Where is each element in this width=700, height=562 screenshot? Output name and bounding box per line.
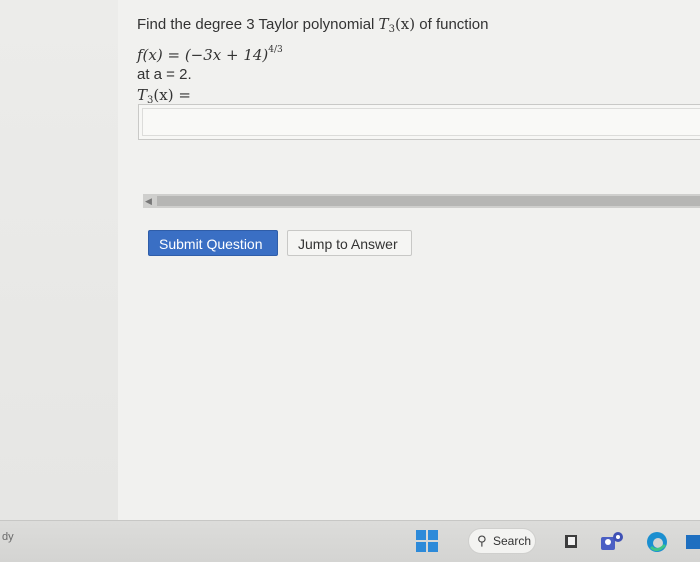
- browser-viewport: Find the degree 3 Taylor polynomial T3(x…: [0, 0, 700, 520]
- submit-question-button[interactable]: Submit Question: [148, 230, 278, 256]
- prompt-suffix: of function: [419, 16, 489, 33]
- question-prompt-line: Find the degree 3 Taylor polynomial T3(x…: [137, 14, 489, 40]
- scrollbar-thumb[interactable]: [157, 196, 700, 206]
- horizontal-scrollbar[interactable]: ◀: [143, 194, 700, 208]
- question-text: Find the degree 3 Taylor polynomial T3(x…: [137, 14, 489, 111]
- function-definition: f(x) = (−3x + 14)4/3: [137, 45, 283, 64]
- scroll-left-icon[interactable]: ◀: [145, 195, 152, 207]
- function-exponent: 4/3: [268, 45, 283, 55]
- answer-input[interactable]: [138, 104, 700, 140]
- answer-input-field[interactable]: [142, 108, 700, 136]
- edge-browser-icon[interactable]: [646, 531, 667, 552]
- store-icon[interactable]: [684, 531, 700, 551]
- jump-to-answer-button[interactable]: Jump to Answer: [287, 230, 412, 256]
- left-margin: [0, 0, 118, 520]
- file-explorer-icon[interactable]: [562, 531, 582, 551]
- search-label: Search: [493, 534, 532, 548]
- taskbar: dy ⚲ Search: [0, 520, 700, 562]
- windows-start-icon[interactable]: [416, 530, 438, 552]
- taylor-symbol: T3(x): [378, 15, 416, 35]
- taskbar-weather-text[interactable]: dy: [2, 531, 14, 543]
- teams-icon[interactable]: [600, 531, 623, 551]
- taskbar-search-button[interactable]: ⚲ Search: [468, 528, 536, 554]
- prompt-text: Find the degree 3 Taylor polynomial: [137, 16, 375, 33]
- expansion-point: at a = 2.: [137, 66, 192, 83]
- search-icon: ⚲: [477, 533, 487, 548]
